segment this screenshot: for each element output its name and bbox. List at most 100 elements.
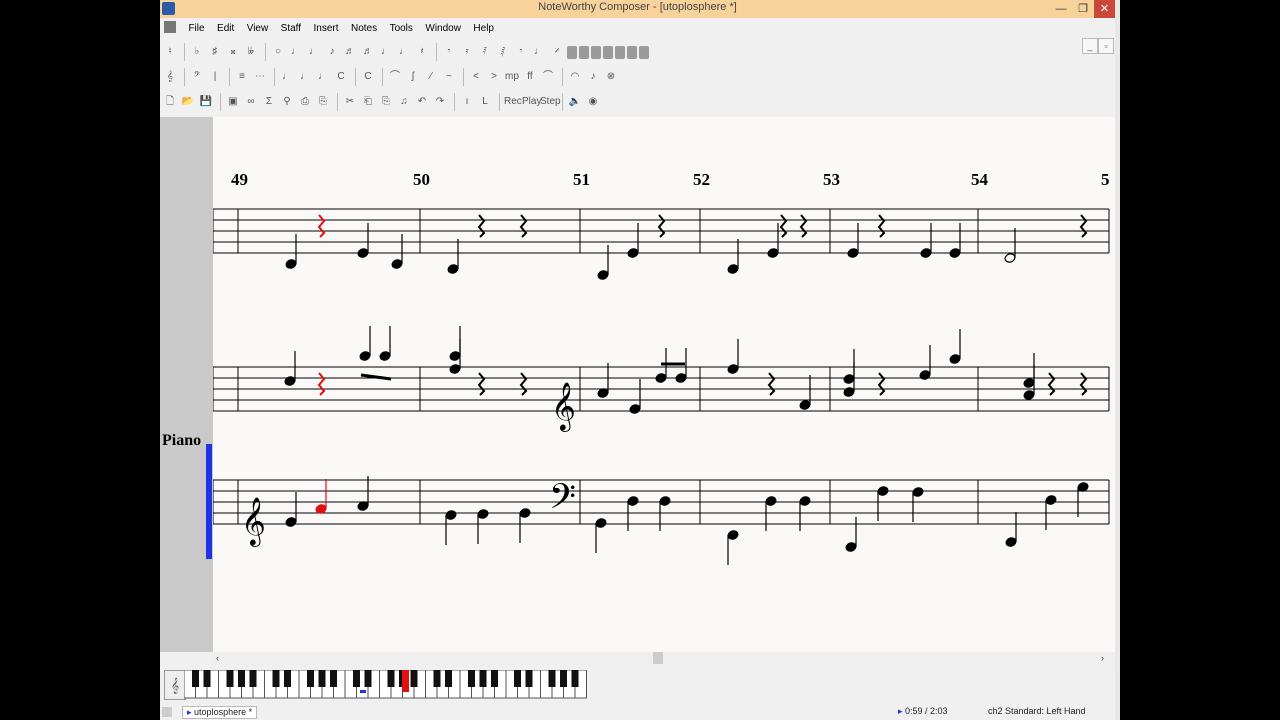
toolbar-button[interactable]: ♪ xyxy=(585,68,601,86)
toolbar-button[interactable]: ʃ xyxy=(405,68,421,86)
toolbar-button[interactable]: ♭ xyxy=(189,43,205,61)
toolbar-button[interactable]: ♩ xyxy=(279,68,295,86)
toolbar-button[interactable]: ♬ xyxy=(360,43,376,61)
menu-insert[interactable]: Insert xyxy=(310,19,343,39)
toolbar-button[interactable]: ♩ xyxy=(306,43,322,61)
toolbar-slot[interactable] xyxy=(615,45,625,59)
toolbar-slot[interactable] xyxy=(627,45,637,59)
toolbar-button[interactable]: ff xyxy=(522,68,538,86)
toolbar-button[interactable]: ♬ xyxy=(342,43,358,61)
toolbar-button[interactable]: ○ xyxy=(270,43,286,61)
menu-file[interactable]: File xyxy=(184,19,208,39)
toolbar-slot[interactable] xyxy=(579,45,589,59)
toolbar-button[interactable]: 𝄎 xyxy=(549,43,565,61)
toolbar-button[interactable]: ⁄ xyxy=(423,68,439,86)
toolbar-button[interactable]: ◉ xyxy=(585,93,601,111)
toolbar-button[interactable]: < xyxy=(468,68,484,86)
toolbar-button[interactable]: 𝄽 xyxy=(414,43,430,61)
toolbar-button[interactable]: ◠ xyxy=(567,68,583,86)
toolbar-button[interactable]: ⌒ xyxy=(387,68,403,86)
toolbar-button[interactable]: 🔈 xyxy=(567,93,583,111)
toolbar-button[interactable]: ♮ xyxy=(162,43,178,61)
toolbar-button[interactable]: 𝅁 xyxy=(495,43,511,61)
toolbar-button[interactable]: ♩ xyxy=(531,43,547,61)
toolbar-button[interactable]: ↷ xyxy=(432,93,448,111)
toolbar-button[interactable]: ♩ xyxy=(396,43,412,61)
menu-tools[interactable]: Tools xyxy=(386,19,417,39)
toolbar-button[interactable]: 𝄞 xyxy=(162,68,178,86)
maximize-button[interactable]: ❐ xyxy=(1072,0,1094,18)
toolbar-button[interactable]: ~ xyxy=(441,68,457,86)
toolbar-button[interactable]: 𝄿 xyxy=(459,43,475,61)
toolbar-button[interactable]: 𝄢 xyxy=(189,68,205,86)
keyboard-clef-icon[interactable]: 𝄞 xyxy=(164,670,186,700)
toolbar-slot[interactable] xyxy=(567,45,577,59)
toolbar-slot[interactable] xyxy=(591,45,601,59)
toolbar-button[interactable]: ⚲ xyxy=(279,93,295,111)
toolbar-button[interactable]: ♩ xyxy=(297,68,313,86)
menu-staff[interactable]: Staff xyxy=(277,19,305,39)
note-head xyxy=(727,530,739,540)
toolbar-button[interactable]: 𝄫 xyxy=(243,43,259,61)
mdi-minimize-button[interactable]: _ xyxy=(1082,38,1098,54)
scroll-thumb[interactable] xyxy=(653,652,663,664)
toolbar-button[interactable]: mp xyxy=(504,68,520,86)
toolbar-button[interactable]: ♯ xyxy=(207,43,223,61)
toolbar-button[interactable]: ∞ xyxy=(243,93,259,111)
toolbar-button[interactable]: L xyxy=(477,93,493,111)
menu-window[interactable]: Window xyxy=(421,19,465,39)
virtual-keyboard[interactable] xyxy=(184,670,590,699)
toolbar-button[interactable]: ≡ xyxy=(234,68,250,86)
toolbar-button[interactable]: > xyxy=(486,68,502,86)
toolbar-button[interactable]: 💾 xyxy=(198,93,214,111)
toolbar-button[interactable]: ♪ xyxy=(324,43,340,61)
toolbar-button[interactable]: ✂ xyxy=(342,93,358,111)
scroll-right-arrow[interactable]: › xyxy=(1101,652,1104,664)
scroll-left-arrow[interactable]: ‹ xyxy=(216,652,219,664)
toolbar-button[interactable]: C xyxy=(360,68,376,86)
title-bar[interactable]: NoteWorthy Composer - [utoplosphere *] —… xyxy=(160,0,1115,18)
toolbar-button[interactable]: 📂 xyxy=(180,93,196,111)
toolbar-button[interactable]: ⌒ xyxy=(540,68,556,86)
toolbar-button[interactable]: ♩ xyxy=(288,43,304,61)
menu-edit[interactable]: Edit xyxy=(213,19,238,39)
document-tab[interactable]: ▸ utoplosphere * xyxy=(182,706,258,719)
toolbar-button[interactable]: 🗋 xyxy=(162,93,178,111)
toolbar-button[interactable]: ⊗ xyxy=(603,68,619,86)
minimize-button[interactable]: — xyxy=(1050,0,1072,18)
menu-notes[interactable]: Notes xyxy=(347,19,381,39)
toolbar-button[interactable]: ↶ xyxy=(414,93,430,111)
score-svg[interactable]: 49 50 51 52 53 54 5 𝄞 𝄞 𝄢 xyxy=(213,117,1115,652)
staff-selector-panel[interactable] xyxy=(160,117,213,652)
score-canvas[interactable]: 49 50 51 52 53 54 5 𝄞 𝄞 𝄢 xyxy=(213,117,1115,652)
toolbar-button[interactable]: ♫ xyxy=(396,93,412,111)
toolbar-button[interactable]: ı xyxy=(459,93,475,111)
close-button[interactable]: ✕ xyxy=(1094,0,1115,18)
toolbar-slot[interactable] xyxy=(639,45,649,59)
toolbar-button[interactable]: C xyxy=(333,68,349,86)
toolbar-button[interactable]: 𝄾 xyxy=(513,43,529,61)
toolbar-button[interactable]: 𝄪 xyxy=(225,43,241,61)
horizontal-scrollbar[interactable]: ‹ › xyxy=(213,652,1115,666)
toolbar-button[interactable]: Play xyxy=(522,93,541,111)
toolbar-button[interactable]: ▣ xyxy=(225,93,241,111)
toolbar-slot[interactable] xyxy=(603,45,613,59)
toolbar-button[interactable]: 𝄾 xyxy=(441,43,457,61)
toolbar-button[interactable]: ⎙ xyxy=(297,93,313,111)
menu-help[interactable]: Help xyxy=(469,19,498,39)
toolbar-button[interactable]: ♩ xyxy=(315,68,331,86)
menu-view[interactable]: View xyxy=(243,19,273,39)
document-icon[interactable] xyxy=(164,20,176,33)
toolbar-button[interactable]: | xyxy=(207,68,223,86)
toolbar-button[interactable]: Σ xyxy=(261,93,277,111)
toolbar-button[interactable]: ⎘ xyxy=(378,93,394,111)
toolbar-button[interactable]: Step xyxy=(540,93,561,111)
toolbar-button[interactable]: ⎘ xyxy=(315,93,331,111)
toolbar-button[interactable]: 𝅀 xyxy=(477,43,493,61)
toolbar-button[interactable]: ⋯ xyxy=(252,68,268,86)
mdi-restore-button[interactable]: ▫ xyxy=(1098,38,1114,54)
toolbar-button[interactable]: Rec xyxy=(504,93,522,111)
keyboard-area: 𝄞 xyxy=(160,666,1115,702)
toolbar-button[interactable]: ⎗ xyxy=(360,93,376,111)
toolbar-button[interactable]: ♩ xyxy=(378,43,394,61)
